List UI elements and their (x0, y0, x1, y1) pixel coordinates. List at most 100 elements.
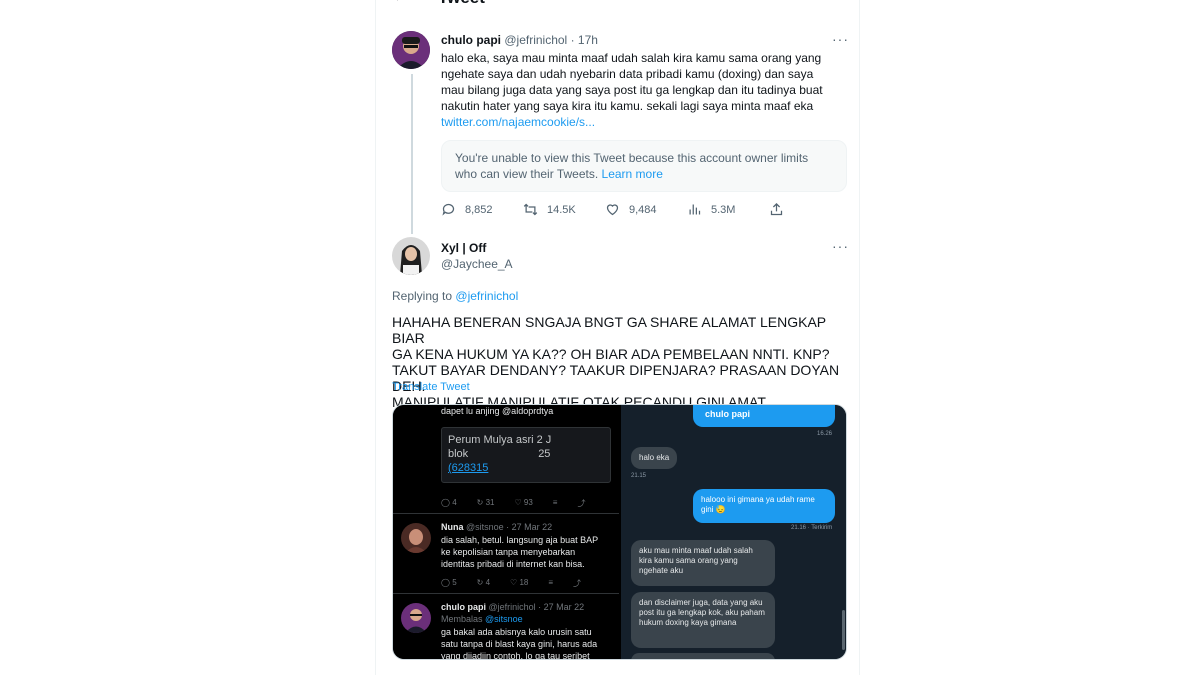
mini-retweets-2: 4 (485, 578, 491, 587)
reply-more-options-icon[interactable]: ··· (832, 238, 849, 254)
chat-msg-3: aku mau minta maaf udah salah kira kamu … (631, 540, 775, 586)
chat-msg-5-partial (631, 653, 775, 659)
nuna-name: Nuna (441, 522, 464, 532)
main-tweet-text: halo eka, saya mau minta maaf udah salah… (441, 50, 841, 130)
thread-connector-line (411, 74, 413, 234)
mini-replies-2: 5 (452, 578, 457, 587)
addr-line-3: (628315 (448, 462, 489, 474)
mini-likes-1: 93 (523, 498, 533, 507)
chulo-mini-line: yang dijadiin contoh. lo ga tau seribet (441, 651, 590, 660)
tweet-line: nakutin hater yang saya kira itu kamu. s… (441, 99, 814, 113)
addr-line-2b: 25 (538, 448, 551, 460)
reply-author-name[interactable]: Xyl | Off (441, 240, 513, 256)
mini-likes-2: 18 (519, 578, 529, 587)
chat-msg-4: dan disclaimer juga, data yang aku post … (631, 592, 775, 648)
chat-msg-2-time: 21.16 · Terkirim (791, 525, 833, 531)
nuna-line: identitas pribadi di internet kan bisa. (441, 559, 585, 569)
mini-views-icon: ≡ (552, 498, 558, 507)
mini-actions-2: ◯ 5 ↻ 4 ♡ 18 ≡ ⤴ (441, 578, 582, 588)
divider (393, 513, 619, 514)
avatar-xyl[interactable] (392, 237, 430, 275)
chat-header-bubble: chulo papi (693, 405, 835, 427)
view-count: 5.3M (711, 203, 736, 216)
restricted-text-2: who can view their Tweets. (455, 167, 599, 181)
restricted-text: You're unable to view this Tweet because… (455, 151, 809, 165)
nuna-text: dia salah, betul. langsung aja buat BAP … (441, 534, 598, 570)
reply-line: HAHAHA BENERAN SNGAJA BNGT GA SHARE ALAM… (392, 314, 826, 346)
tweet-line: mau bilang juga data yang saya post itu … (441, 83, 823, 97)
reply-author-block: Xyl | Off @Jaychee_A (441, 240, 513, 272)
addr-line-2a: blok (448, 448, 469, 460)
tweet-line: ngehate saya dan udah nyebarin data prib… (441, 67, 814, 81)
translate-tweet-link[interactable]: Translate Tweet (392, 381, 470, 393)
reply-count: 8,852 (465, 203, 493, 216)
chat-header-time: 16.26 (817, 431, 833, 437)
main-tweet-header: chulo papi @jefrinichol · 17h (441, 33, 598, 47)
replying-to: Replying to @jefrinichol (392, 289, 518, 303)
nuna-header: Nuna @sitsnoe · 27 Mar 22 (441, 521, 552, 533)
replying-to-handle[interactable]: @jefrinichol (455, 289, 518, 303)
restricted-quote-card: You're unable to view this Tweet because… (441, 140, 847, 192)
nuna-meta: @sitsnoe · 27 Mar 22 (466, 522, 553, 532)
nuna-line: dia salah, betul. langsung aja buat BAP (441, 535, 599, 545)
author-handle[interactable]: @jefrinichol (504, 33, 567, 47)
membalas-label: Membalas (441, 614, 483, 624)
page-title: Tweet (438, 0, 485, 8)
share-action[interactable] (769, 202, 784, 217)
media-screenshot-left: dapet lu anjing @aldoprdtya Perum Mulya … (393, 405, 619, 660)
retweet-icon (523, 203, 538, 216)
tweet-line: halo eka, saya mau minta maaf udah salah… (441, 51, 822, 65)
tweet-time[interactable]: 17h (578, 33, 598, 47)
chulo-mini-header: chulo papi @jefrinichol · 27 Mar 22 (441, 601, 584, 613)
chulo-mini-name: chulo papi (441, 602, 486, 612)
reply-tweet-text: HAHAHA BENERAN SNGAJA BNGT GA SHARE ALAM… (392, 314, 852, 410)
membalas-handle: @sitsnoe (485, 614, 523, 624)
top-bar: ← Tweet (376, 0, 859, 12)
bar-chart-icon (689, 204, 701, 215)
more-options-icon[interactable]: ··· (832, 31, 849, 47)
retweet-count: 14.5K (547, 203, 576, 216)
reply-action[interactable]: 8,852 (441, 202, 493, 217)
avatar-nuna (401, 523, 431, 553)
mini-share-icon: ⤴ (577, 499, 586, 508)
like-count: 9,484 (629, 203, 657, 216)
mini-retweets-1: 31 (485, 498, 495, 507)
reply-icon (442, 203, 455, 216)
divider-2 (393, 593, 619, 594)
meta-separator: · (570, 33, 575, 47)
reply-author-handle[interactable]: @Jaychee_A (441, 256, 513, 272)
author-name[interactable]: chulo papi (441, 33, 501, 47)
chat-msg-1: halo eka (631, 447, 678, 469)
chulo-mini-meta: @jefrinichol · 27 Mar 22 (488, 602, 585, 612)
membalas-line: Membalas @sitsnoe (441, 613, 523, 625)
tweet-actions: 8,852 14.5K 9,484 5.3M (441, 202, 841, 220)
heart-icon (606, 204, 619, 216)
media-screenshot-right: chulo papi 16.26 halo eka 21.15 halooo i… (621, 405, 846, 659)
retweet-action[interactable]: 14.5K (523, 202, 576, 217)
arrow-left-icon[interactable]: ← (392, 0, 408, 6)
mini-replies-1: 4 (452, 498, 457, 507)
avatar-chulo-papi[interactable] (392, 31, 430, 69)
ml-top-line: dapet lu anjing @aldoprdtya (441, 406, 554, 416)
share-icon (770, 202, 783, 216)
chat-scrollbar (842, 610, 845, 650)
learn-more-link[interactable]: Learn more (602, 167, 663, 181)
reply-line: GA KENA HUKUM YA KA?? OH BIAR ADA PEMBEL… (392, 346, 830, 362)
tweet-media[interactable]: dapet lu anjing @aldoprdtya Perum Mulya … (392, 404, 847, 660)
mini-share-icon-2: ⤴ (573, 579, 582, 588)
replying-prefix: Replying to (392, 289, 453, 303)
chulo-mini-line: ga bakal ada abisnya kalo urusin satu (441, 627, 592, 637)
chat-msg-2: halooo ini gimana ya udah rame gini 😓 (693, 489, 835, 523)
addr-line-1: Perum Mulya asri 2 J (448, 434, 552, 446)
tweet-link[interactable]: twitter.com/najaemcookie/s... (441, 114, 841, 130)
chulo-mini-text: ga bakal ada abisnya kalo urusin satu sa… (441, 626, 598, 660)
like-action[interactable]: 9,484 (605, 202, 657, 217)
chulo-mini-line: satu tanpa di blast kaya gini, harus ada (441, 639, 598, 649)
avatar-chulo-mini (401, 603, 431, 633)
mini-views-icon-2: ≡ (548, 578, 554, 587)
chat-msg-1-time: 21.15 (631, 473, 647, 479)
mini-actions-1: ◯ 4 ↻ 31 ♡ 93 ≡ ⤴ (441, 498, 586, 508)
nuna-line: ke kepolisian tanpa menyebarkan (441, 547, 576, 557)
address-box: Perum Mulya asri 2 J blok 25 (628315 (441, 427, 611, 483)
views-action[interactable]: 5.3M (687, 202, 735, 217)
